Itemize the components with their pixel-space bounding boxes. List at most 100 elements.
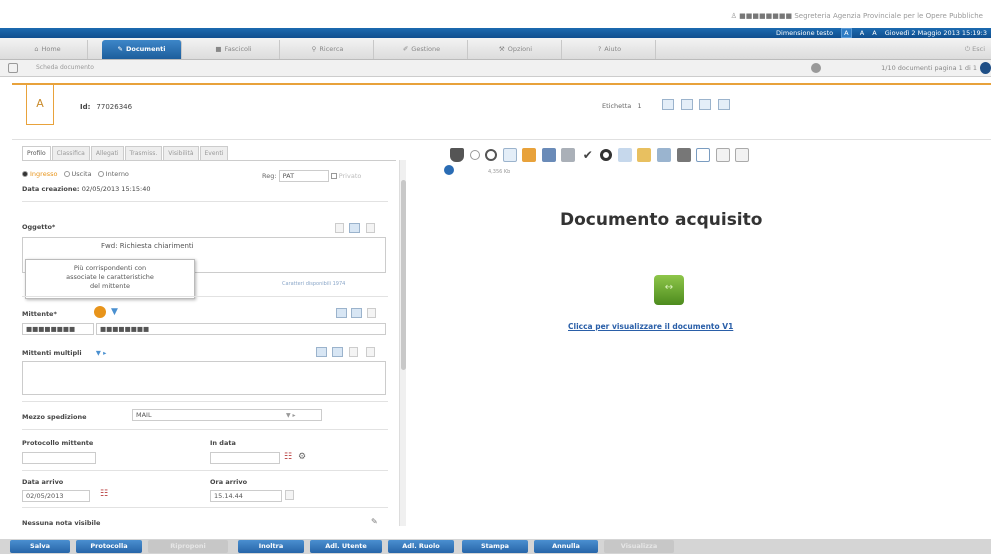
mittente-name-field[interactable]: ■■■■■■■■ [96,323,386,335]
char-counter: Caratteri disponibili 1974 [282,281,346,287]
mittenti-multipli-list[interactable] [22,361,386,395]
clock-icon[interactable] [285,490,294,500]
circle-icon[interactable] [600,149,613,161]
fullscreen-icon[interactable] [696,148,711,162]
pager-info: 1/10 documenti pagina 1 di 1 [881,64,977,72]
pencil-icon: ✐ [402,45,409,53]
user-name: ■■■■■■■■ [739,12,793,20]
font-size-small-button[interactable]: A [841,28,852,38]
creation-date: Data creazione: 02/05/2013 15:15:40 [22,185,151,193]
address-book-multi-icon[interactable] [316,347,327,357]
radio-interno[interactable] [97,171,104,177]
document-header: A Id: 77026346 Etichetta 1 [12,83,991,140]
folder-open-icon[interactable] [637,148,652,162]
in-data-field[interactable] [210,452,280,464]
mittente-label: Mittente* [22,310,57,318]
tab-opzioni[interactable]: ⚒ Opzioni [470,40,562,59]
print-label-icon[interactable] [680,99,693,110]
font-size-large-button[interactable]: A [872,29,876,37]
ora-arrivo-field[interactable]: 15.14.44 [210,490,282,502]
tab-visibilita[interactable]: Visibilità [163,146,199,160]
action-bar: Salva Protocolla Riproponi Inoltra Adl. … [0,539,991,554]
print-icon[interactable] [662,99,674,110]
page-icon[interactable] [617,148,632,162]
tab-allegati[interactable]: Allegati [90,146,124,160]
document-preview-icon[interactable]: ↔ [654,275,684,305]
chevron-down-icon[interactable]: ▼ ▸ [286,412,296,419]
salva-button[interactable]: Salva [10,540,70,553]
view-document-link[interactable]: Clicca per visualizzare il documento V1 [568,322,733,331]
archive-icon[interactable] [717,99,730,110]
data-arrivo-label: Data arrivo [22,478,64,486]
new-contact-multi-icon[interactable] [332,347,343,357]
radio-ingresso[interactable] [22,171,28,177]
help-icon: ? [597,45,602,53]
tab-documenti[interactable]: ✎ Documenti [102,40,182,59]
edit-icon[interactable] [335,223,344,233]
delete-mittente-icon[interactable] [367,308,376,318]
delete-multi-icon[interactable] [366,347,375,357]
settings-icon[interactable]: ⚙ [298,452,306,462]
visualizza-button[interactable]: Visualizza [604,540,674,553]
user-icon: ♙ [730,12,737,20]
zoom-in-icon[interactable] [485,149,498,161]
calendar-arrivo-icon[interactable]: ☷ [100,489,108,499]
tab-gestione[interactable]: ✐ Gestione [376,40,468,59]
attachment-icon[interactable] [735,148,750,162]
barcode-icon[interactable] [699,99,712,110]
tab-ricerca[interactable]: ⚲ Ricerca [282,40,374,59]
annotate-icon[interactable] [522,148,537,162]
printer-icon[interactable] [676,148,691,162]
wrench-icon: ⚒ [498,45,505,53]
rotate-icon[interactable] [715,148,730,162]
tab-aiuto[interactable]: ? Aiuto [564,40,656,59]
mittente-code-field[interactable]: ■■■■■■■■ [22,323,94,335]
tab-trasmissioni[interactable]: Trasmiss. [124,146,163,160]
annulla-button[interactable]: Annulla [534,540,598,553]
registry-select[interactable]: PAT [278,170,329,182]
folder-icon: ■ [215,45,222,53]
warning-icon[interactable] [94,306,106,318]
list-icon[interactable] [349,347,358,357]
stampa-button[interactable]: Stampa [462,540,528,553]
check-icon[interactable]: ✔ [581,148,595,162]
font-size-medium-button[interactable]: A [860,29,864,37]
tab-profilo[interactable]: Profilo [22,146,51,160]
edit-note-icon[interactable]: ✎ [371,517,378,526]
home-icon: ⌂ [34,45,39,53]
new-contact-icon[interactable] [351,308,362,318]
protocolla-button[interactable]: Protocolla [76,540,142,553]
info-icon[interactable] [444,165,454,175]
fit-page-icon[interactable] [502,148,517,162]
tab-fascicoli[interactable]: ■ Fascicoli [188,40,280,59]
exit-button[interactable]: ⏻ Esci [965,45,985,54]
tab-eventi[interactable]: Eventi [199,146,229,160]
tab-home[interactable]: ⌂ Home [8,40,88,59]
tab-classifica[interactable]: Classifica [51,146,90,160]
inoltra-button[interactable]: Inoltra [238,540,304,553]
adl-ruolo-button[interactable]: Adl. Ruolo [388,540,454,553]
riproponi-button[interactable]: Riproponi [148,540,228,553]
viewer-title: Documento acquisito [560,210,763,230]
address-book-icon[interactable] [336,308,347,318]
highlight-icon[interactable] [541,148,556,162]
adl-utente-button[interactable]: Adl. Utente [310,540,382,553]
label-field: Etichetta 1 [602,102,642,110]
scanner-icon[interactable] [657,148,672,162]
calendar-icon[interactable]: ☷ [284,452,292,462]
protocollo-mittente-field[interactable] [22,452,96,464]
search-oggetto-icon[interactable] [349,223,360,233]
zoom-out-icon[interactable] [469,150,480,160]
radio-uscita[interactable] [63,171,70,177]
breadcrumb[interactable]: Scheda documento [36,64,94,71]
profile-scrollbar[interactable] [399,160,406,526]
stamp-icon[interactable] [450,148,464,162]
document-icon: ✎ [117,45,123,53]
expand-icon[interactable]: ▼ [111,307,118,317]
delete-icon[interactable] [366,223,375,233]
refresh-icon[interactable] [811,63,821,73]
next-page-icon[interactable] [980,62,991,74]
data-arrivo-field[interactable]: 02/05/2013 [22,490,90,502]
privato-checkbox[interactable] [330,173,337,179]
select-icon[interactable] [561,148,576,162]
